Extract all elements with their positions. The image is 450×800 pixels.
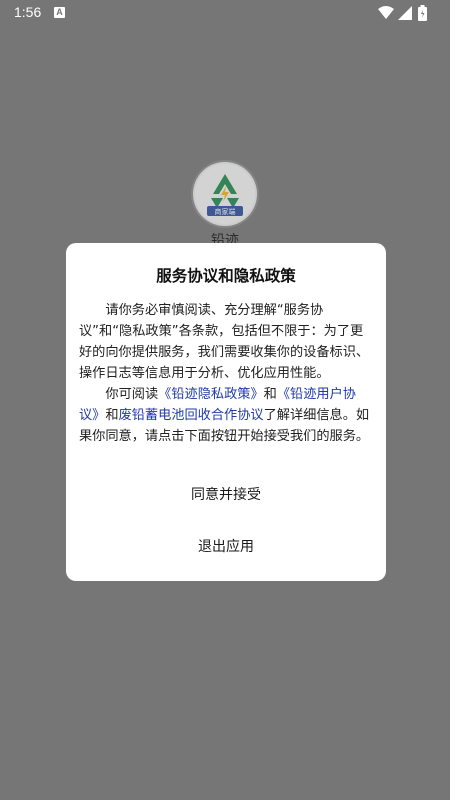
- battery-icon: [418, 5, 427, 21]
- status-bar: 1:56 A: [0, 0, 450, 26]
- wifi-icon: [378, 6, 394, 19]
- logo-label: 商家端: [215, 207, 236, 216]
- privacy-dialog: 服务协议和隐私政策 请你务必审慎阅读、充分理解“服务协议”和“隐私政策”各条款，…: [66, 243, 386, 581]
- accept-button[interactable]: 同意并接受: [66, 479, 386, 511]
- dialog-paragraph-2: 你可阅读《铅迹隐私政策》和《铅迹用户协议》和废铅蓄电池回收合作协议了解详细信息。…: [79, 384, 375, 447]
- dialog-title: 服务协议和隐私政策: [156, 267, 296, 285]
- notification-icon: A: [54, 7, 65, 18]
- status-icons: [378, 5, 438, 21]
- exit-app-button[interactable]: 退出应用: [66, 531, 386, 563]
- dialog-body: 请你务必审慎阅读、充分理解“服务协议”和“隐私政策”各条款，包括但不限于：为了更…: [79, 300, 375, 447]
- screen: 1:56 A 商家端 铅迹 服务协议和隐私政策 请你务必审慎阅读、充分理解“服务…: [0, 0, 450, 800]
- p2-and-2: 和: [105, 408, 119, 423]
- cooperation-agreement-link[interactable]: 废铅蓄电池回收合作协议: [119, 408, 264, 423]
- signal-icon: [398, 6, 412, 20]
- privacy-policy-link[interactable]: 《铅迹隐私政策》: [158, 387, 264, 402]
- recycle-logo-icon: 商家端: [195, 164, 255, 224]
- p2-and: 和: [263, 387, 277, 402]
- dialog-paragraph-1: 请你务必审慎阅读、充分理解“服务协议”和“隐私政策”各条款，包括但不限于：为了更…: [79, 303, 370, 381]
- status-time: 1:56: [14, 4, 42, 20]
- p2-prefix: 你可阅读: [105, 387, 159, 402]
- app-logo: 商家端: [193, 162, 257, 226]
